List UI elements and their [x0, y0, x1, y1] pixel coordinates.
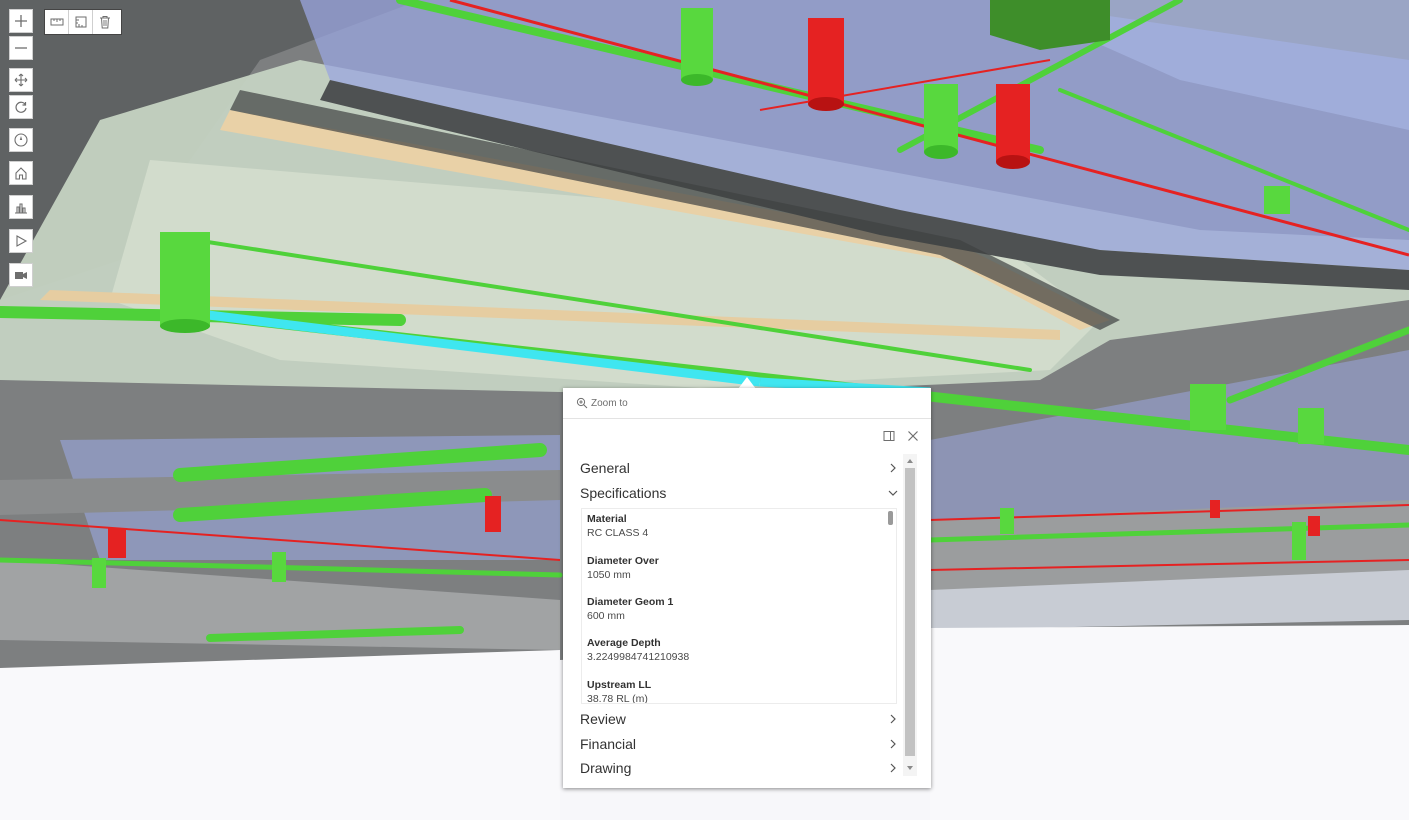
zoom-in-button[interactable]	[9, 9, 33, 33]
dock-icon[interactable]	[883, 430, 895, 442]
section-financial[interactable]: Financial	[580, 733, 898, 755]
section-drawing[interactable]: Drawing	[580, 757, 898, 779]
pan-button[interactable]	[9, 68, 33, 92]
trash-icon	[100, 16, 110, 29]
scroll-up-arrow-icon[interactable]	[905, 456, 915, 466]
play-icon	[16, 235, 28, 247]
area-measure-icon	[75, 16, 86, 28]
fields-scrollbar-thumb[interactable]	[888, 511, 893, 525]
chevron-right-icon	[890, 763, 896, 773]
section-review[interactable]: Review	[580, 708, 898, 730]
measure-toolbar	[44, 9, 122, 35]
chevron-right-icon	[890, 739, 896, 749]
camera-icon	[15, 272, 27, 279]
section-general-label: General	[580, 460, 630, 476]
compass-button[interactable]	[9, 128, 33, 152]
feature-popup: Zoom to General Specifications Material …	[563, 388, 931, 788]
field-average-depth: Average Depth 3.2249984741210938	[587, 637, 689, 663]
zoom-to-action[interactable]: Zoom to	[563, 388, 931, 419]
field-value: 1050 mm	[587, 569, 631, 581]
field-value: 3.2249984741210938	[587, 651, 690, 663]
zoom-to-label: Zoom to	[591, 397, 628, 409]
field-label: Diameter Over	[587, 555, 659, 567]
field-diameter-over: Diameter Over 1050 mm	[587, 555, 659, 581]
section-specifications[interactable]: Specifications	[580, 482, 898, 504]
field-value: RC CLASS 4	[587, 527, 649, 539]
section-general[interactable]: General	[580, 457, 898, 479]
specifications-fields[interactable]: Material RC CLASS 4 Diameter Over 1050 m…	[581, 508, 897, 704]
field-label: Average Depth	[587, 637, 661, 649]
chevron-right-icon	[890, 714, 896, 724]
compass-icon	[14, 133, 28, 147]
chevron-down-icon	[888, 490, 898, 496]
daylight-icon	[15, 203, 27, 214]
line-measure-button[interactable]	[45, 10, 69, 34]
close-icon[interactable]	[907, 430, 919, 442]
zoom-in-icon	[15, 15, 27, 27]
rotate-icon	[15, 101, 27, 113]
zoom-to-icon	[576, 397, 588, 409]
scroll-down-arrow-icon[interactable]	[905, 763, 915, 773]
daylight-button[interactable]	[9, 195, 33, 219]
play-button[interactable]	[9, 229, 33, 253]
line-measure-icon	[50, 18, 63, 26]
field-value: 600 mm	[587, 610, 625, 622]
popup-scrollbar-thumb[interactable]	[905, 468, 915, 756]
home-icon	[15, 167, 27, 180]
section-specifications-label: Specifications	[580, 485, 667, 501]
field-label: Upstream LL	[587, 679, 652, 691]
area-measure-button[interactable]	[69, 10, 93, 34]
zoom-out-button[interactable]	[9, 36, 33, 60]
zoom-out-icon	[15, 47, 27, 49]
field-value: 38.78 RL (m)	[587, 693, 648, 704]
section-drawing-label: Drawing	[580, 760, 632, 776]
trash-button[interactable]	[93, 10, 117, 34]
section-financial-label: Financial	[580, 736, 637, 752]
field-material: Material RC CLASS 4	[587, 513, 648, 539]
rotate-button[interactable]	[9, 95, 33, 119]
chevron-right-icon	[890, 463, 896, 473]
field-label: Diameter Geom 1	[587, 596, 674, 608]
field-upstream-ll: Upstream LL 38.78 RL (m)	[587, 679, 652, 704]
camera-button[interactable]	[9, 263, 33, 287]
pan-icon	[14, 73, 28, 87]
field-diameter-geom-1: Diameter Geom 1 600 mm	[587, 596, 673, 622]
home-button[interactable]	[9, 161, 33, 185]
field-label: Material	[587, 513, 627, 525]
section-review-label: Review	[580, 711, 626, 727]
